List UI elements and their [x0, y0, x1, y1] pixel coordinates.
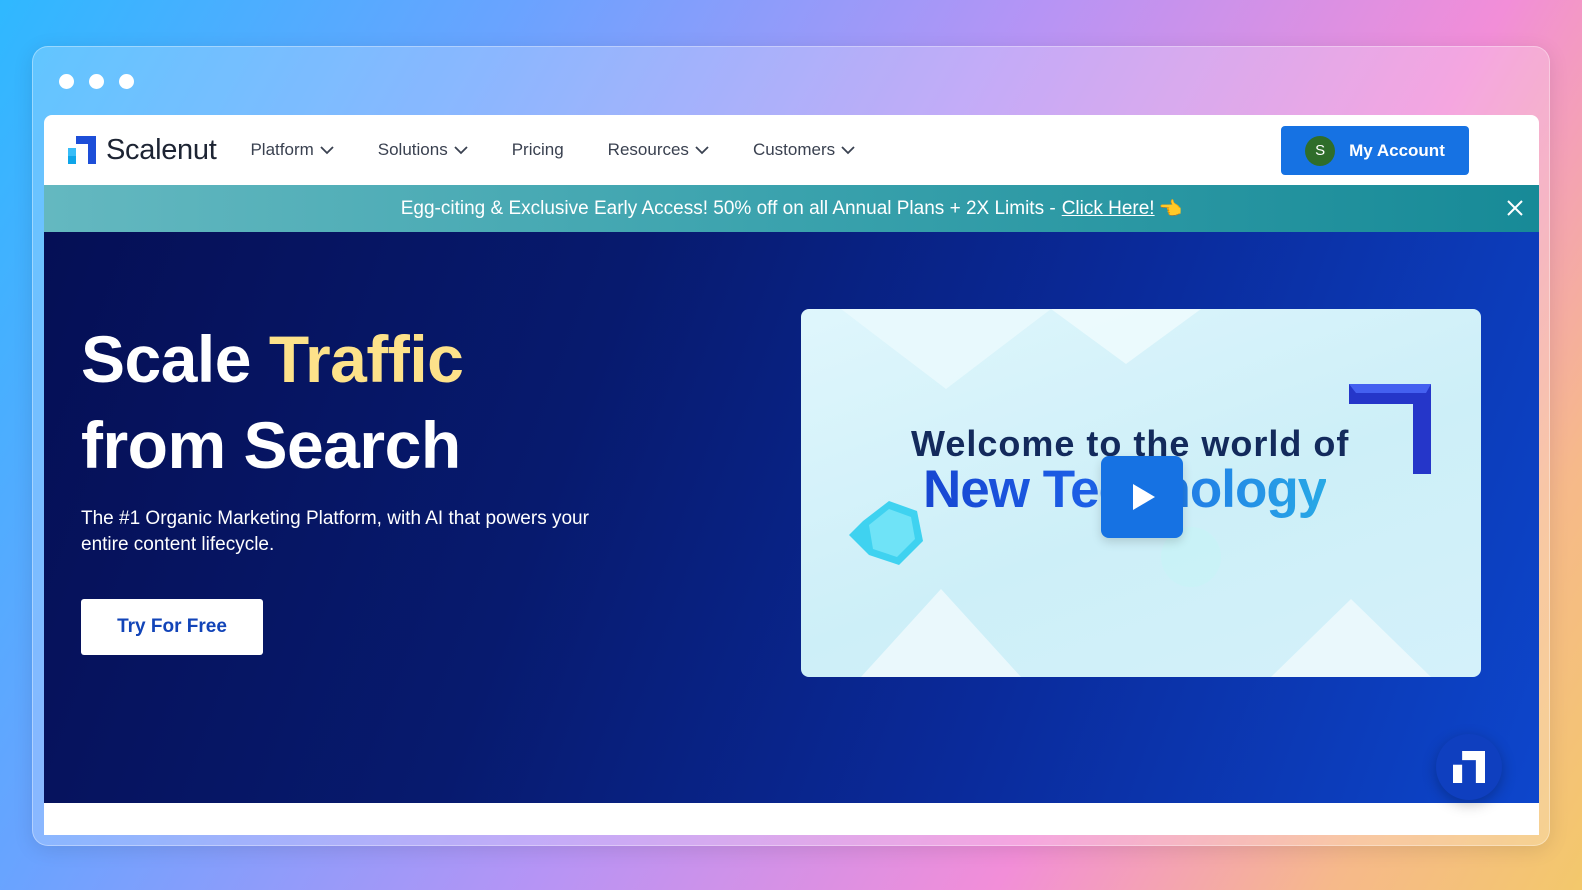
nav-item-label: Platform: [250, 140, 314, 159]
window-dot-close[interactable]: [59, 74, 74, 89]
browser-window: Scalenut Platform Solutions Pricing Reso…: [32, 46, 1550, 846]
nav-item-pricing[interactable]: Pricing: [512, 140, 564, 160]
window-dot-minimize[interactable]: [89, 74, 104, 89]
window-controls: [59, 74, 134, 89]
video-thumbnail[interactable]: Welcome to the world of New Technology: [801, 309, 1481, 677]
chevron-down-icon: [454, 145, 468, 154]
hero-title: Scale Traffic from Search: [81, 316, 464, 488]
nav-item-resources[interactable]: Resources: [608, 140, 709, 160]
nav-item-label: Pricing: [511, 140, 564, 159]
my-account-label: My Account: [1349, 140, 1445, 160]
top-nav: Scalenut Platform Solutions Pricing Reso…: [44, 115, 1539, 185]
window-dot-maximize[interactable]: [119, 74, 134, 89]
promo-text: Egg-citing & Exclusive Early Access! 50%…: [400, 197, 1056, 219]
chevron-down-icon: [841, 145, 855, 154]
nav-item-label: Resources: [607, 140, 689, 159]
nav-item-label: Customers: [752, 140, 836, 159]
hero-title-line2: from Search: [81, 408, 461, 482]
avatar: S: [1305, 135, 1336, 166]
promo-banner: Egg-citing & Exclusive Early Access! 50%…: [44, 185, 1539, 232]
logo[interactable]: Scalenut: [68, 133, 217, 167]
chevron-down-icon: [320, 145, 334, 154]
my-account-button[interactable]: S My Account: [1281, 126, 1469, 175]
logo-text: Scalenut: [106, 133, 217, 166]
scalenut-logo-icon: [68, 136, 96, 164]
play-button[interactable]: [1101, 456, 1183, 538]
hero-title-accent: Traffic: [268, 322, 464, 396]
nav-item-label: Solutions: [377, 140, 448, 159]
hero-subtitle: The #1 Organic Marketing Platform, with …: [81, 508, 589, 555]
scalenut-chat-icon: [1453, 751, 1485, 783]
web-page: Scalenut Platform Solutions Pricing Reso…: [44, 115, 1539, 835]
nav-item-platform[interactable]: Platform: [250, 140, 334, 160]
close-icon[interactable]: [1505, 198, 1525, 218]
hero-title-part1: Scale: [81, 322, 269, 396]
promo-link[interactable]: Click Here!: [1062, 198, 1155, 220]
nav-item-solutions[interactable]: Solutions: [378, 140, 468, 160]
play-icon: [1133, 484, 1155, 510]
chat-widget-button[interactable]: [1436, 734, 1502, 800]
chevron-down-icon: [695, 145, 709, 154]
pointing-hand-icon: 👈: [1158, 198, 1183, 220]
hero-section: Scale Traffic from Search The #1 Organic…: [44, 232, 1539, 803]
nav-item-customers[interactable]: Customers: [753, 140, 855, 160]
try-for-free-button[interactable]: Try For Free: [81, 599, 263, 655]
